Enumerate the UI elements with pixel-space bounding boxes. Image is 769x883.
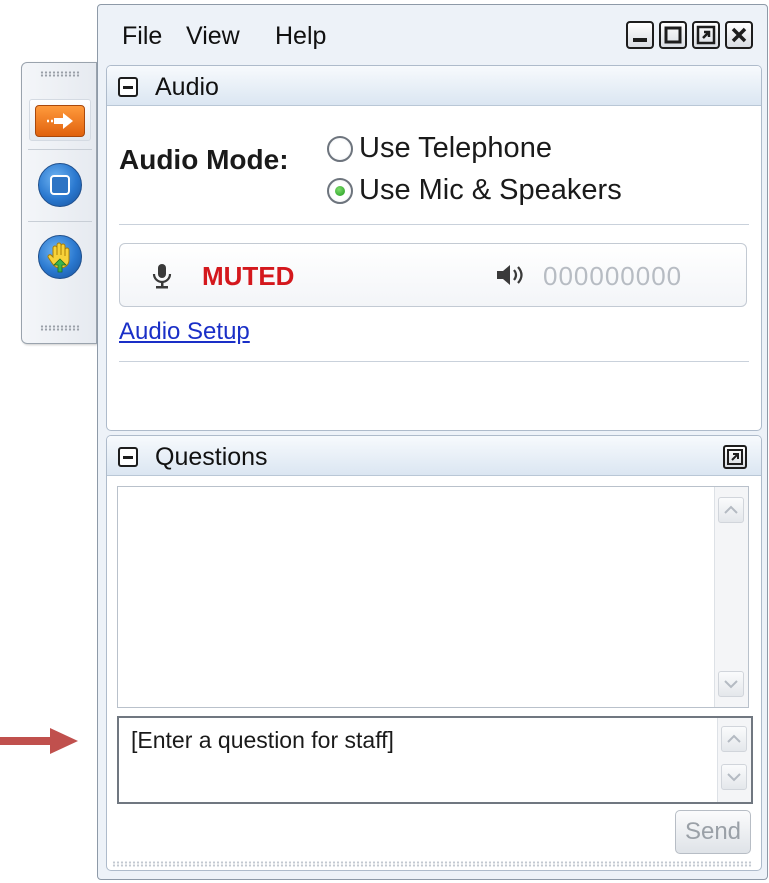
stop-icon (38, 163, 82, 207)
restore-button[interactable] (692, 21, 720, 49)
chevron-down-icon (727, 773, 741, 782)
menu-file[interactable]: File (122, 22, 162, 51)
maximize-button[interactable] (659, 21, 687, 49)
popout-questions-button[interactable] (723, 445, 747, 469)
send-button[interactable]: Send (675, 810, 751, 854)
scroll-up-button[interactable] (721, 726, 747, 752)
toolbar-divider (28, 221, 92, 222)
close-button[interactable] (725, 21, 753, 49)
chevron-up-icon (727, 734, 741, 743)
stop-button[interactable] (34, 163, 86, 207)
audio-panel: Audio Audio Mode: Use Telephone Use Mic … (106, 65, 762, 431)
toolbar-divider (28, 149, 92, 150)
questions-list-scrollbar[interactable] (714, 487, 748, 707)
collapse-questions-button[interactable] (118, 447, 138, 467)
divider (119, 224, 749, 225)
audio-mode-label: Audio Mode: (119, 144, 289, 175)
scroll-down-button[interactable] (718, 671, 744, 697)
use-mic-speakers-label: Use Mic & Speakers (359, 174, 622, 206)
use-mic-speakers-radio[interactable]: Use Mic & Speakers (327, 174, 622, 207)
questions-panel-title: Questions (155, 443, 268, 471)
raise-hand-icon (38, 235, 82, 279)
annotation-arrow-icon (0, 726, 80, 761)
audio-setup-link[interactable]: Audio Setup (119, 318, 250, 346)
popout-icon (727, 449, 743, 465)
menu-view[interactable]: View (186, 22, 240, 51)
speaker-level-meter: 000000000 (543, 261, 683, 291)
chevron-up-icon (724, 505, 738, 514)
audio-panel-title: Audio (155, 73, 219, 101)
question-input[interactable]: [Enter a question for staff] (117, 716, 753, 804)
use-telephone-label: Use Telephone (359, 132, 552, 164)
minimize-button[interactable] (626, 21, 654, 49)
question-input-text[interactable]: [Enter a question for staff] (131, 727, 394, 754)
toolbar-grip-bottom[interactable] (40, 325, 80, 331)
audio-status-box: MUTED 000000000 (119, 243, 747, 307)
divider (119, 361, 749, 362)
chevron-down-icon (724, 680, 738, 689)
expand-panel-button[interactable] (34, 105, 86, 137)
question-input-scrollbar[interactable] (717, 718, 751, 802)
speaker-icon[interactable] (494, 261, 530, 294)
questions-list[interactable] (117, 486, 749, 708)
window-controls (626, 21, 753, 49)
main-window: File View Help Audio Audio Mode: Use Tel… (97, 4, 768, 880)
menu-help[interactable]: Help (275, 22, 326, 51)
toolbar-grip-top[interactable] (40, 71, 80, 77)
maximize-icon (664, 26, 682, 44)
use-telephone-radio[interactable]: Use Telephone (327, 132, 552, 165)
scroll-up-button[interactable] (718, 497, 744, 523)
radio-unchecked-icon (327, 135, 353, 162)
raise-hand-button[interactable] (34, 235, 86, 279)
arrow-right-icon (35, 105, 85, 137)
audio-panel-header: Audio (107, 66, 761, 106)
close-icon (731, 27, 747, 43)
resize-grip[interactable] (112, 861, 752, 867)
floating-toolbar (21, 62, 97, 344)
collapse-audio-button[interactable] (118, 77, 138, 97)
menubar: File View Help (98, 5, 767, 65)
microphone-icon[interactable] (150, 262, 174, 295)
scroll-down-button[interactable] (721, 764, 747, 790)
popout-icon (696, 25, 716, 45)
questions-panel: Questions [Enter a question for staff] S… (106, 435, 762, 871)
radio-checked-icon (327, 177, 353, 204)
mic-status-text: MUTED (202, 261, 295, 291)
questions-panel-header: Questions (107, 436, 761, 476)
minimize-icon (633, 38, 647, 42)
